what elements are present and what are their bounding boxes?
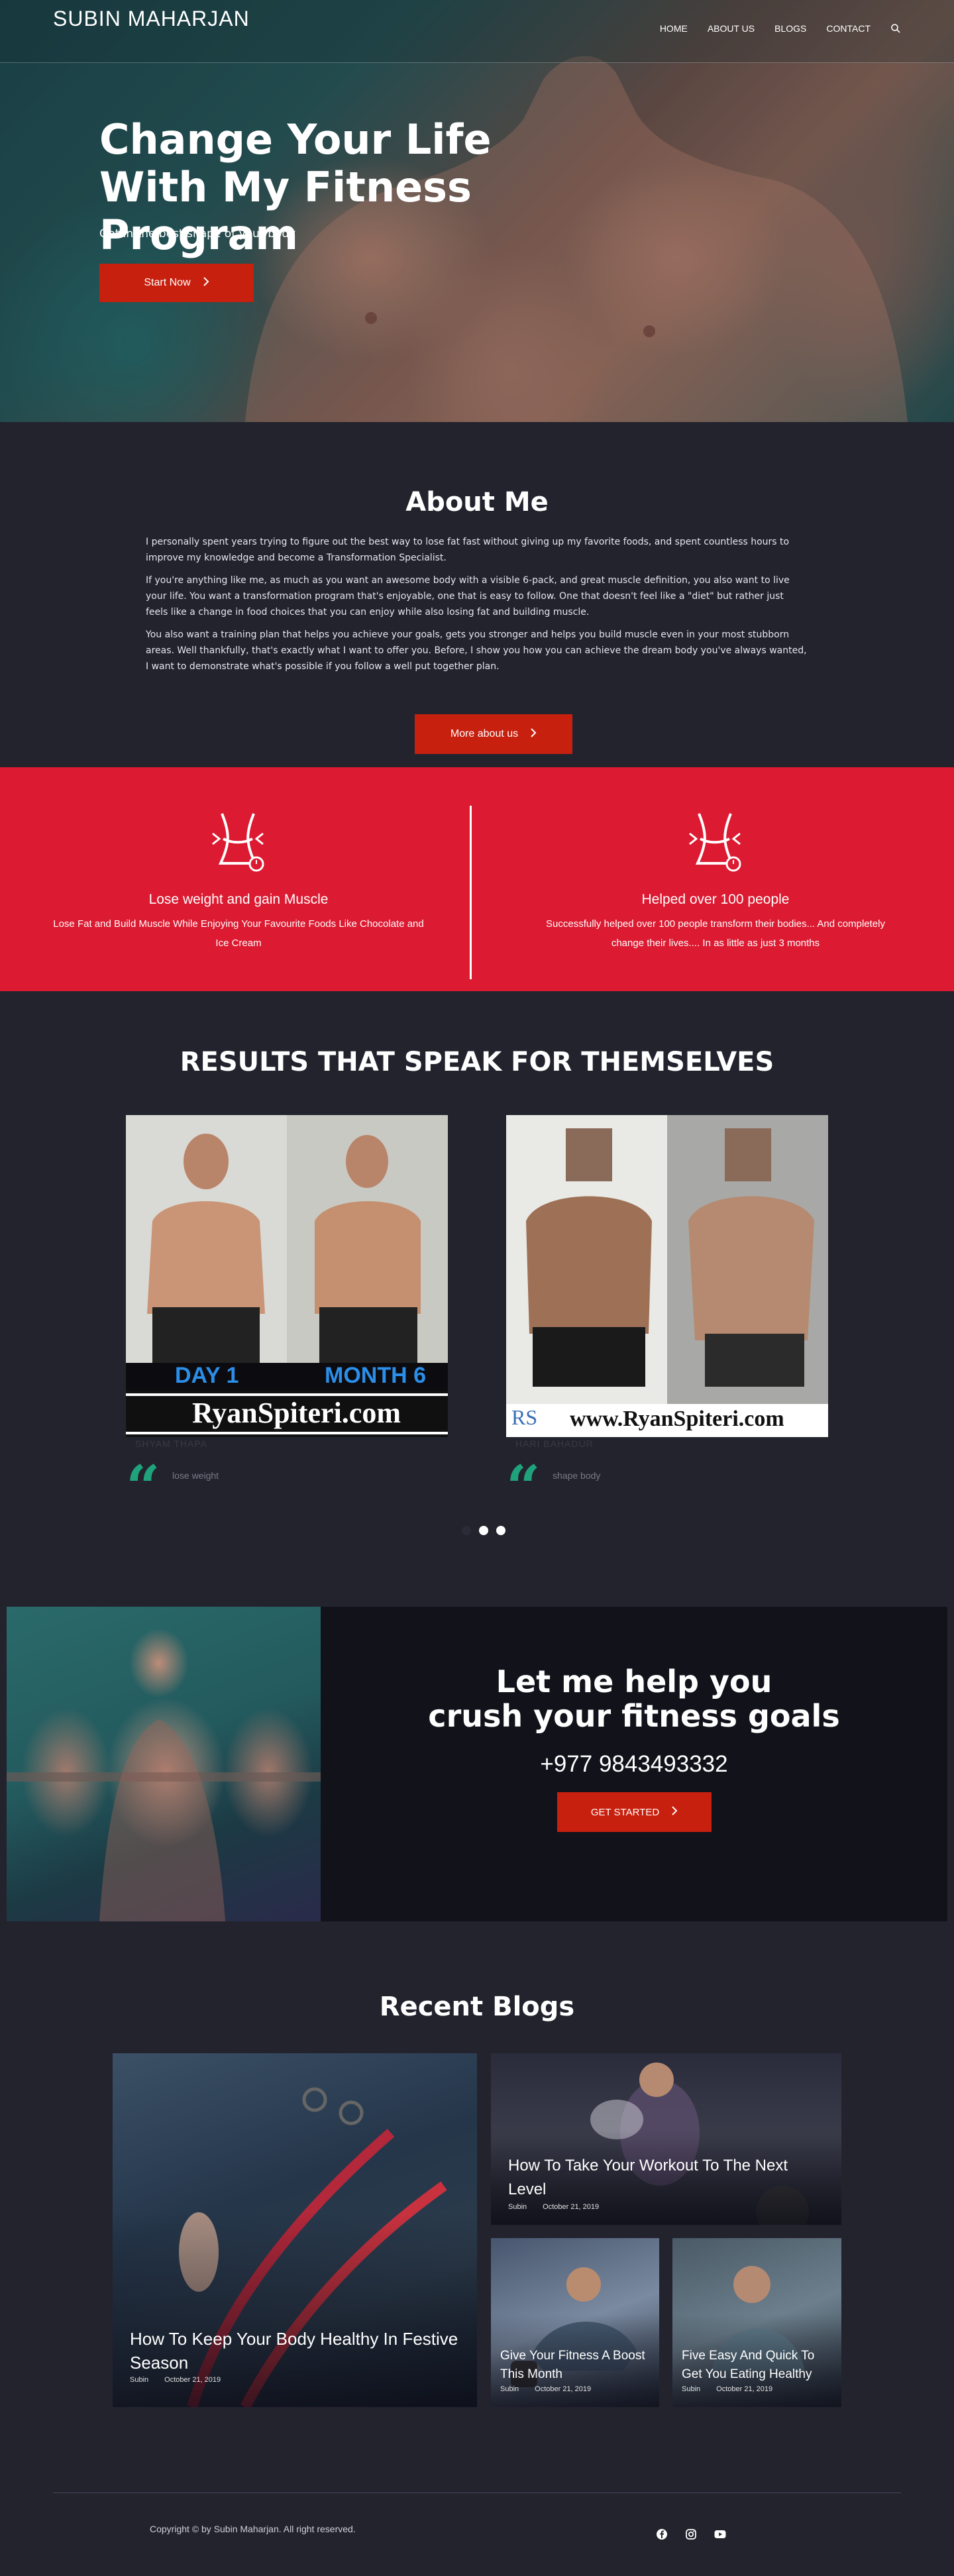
feature-title: Lose weight and gain Muscle bbox=[148, 892, 329, 907]
features-band: Lose weight and gain Muscle Lose Fat and… bbox=[0, 767, 954, 991]
about-paragraph: You also want a training plan that helps… bbox=[146, 629, 807, 672]
chevron-right-icon bbox=[530, 727, 537, 741]
after-label: MONTH 6 bbox=[325, 1363, 426, 1388]
waist-measure-icon bbox=[202, 807, 275, 880]
quote-icon: “ bbox=[506, 1452, 541, 1523]
more-about-us-button[interactable]: More about us bbox=[415, 714, 572, 754]
about-title: About Me bbox=[405, 487, 549, 517]
blog-title[interactable]: How To Take Your Workout To The Next Lev… bbox=[508, 2154, 828, 2202]
carousel-dot[interactable] bbox=[496, 1526, 505, 1535]
testimonial-text: shape body bbox=[553, 1470, 601, 1481]
feature-divider bbox=[470, 806, 472, 979]
nav-about-us[interactable]: ABOUT US bbox=[708, 23, 755, 34]
blog-meta: Subin October 21, 2019 bbox=[682, 2385, 772, 2393]
quote-icon: “ bbox=[126, 1452, 160, 1523]
feature-description: Lose Fat and Build Muscle While Enjoying… bbox=[53, 918, 424, 949]
more-about-us-label: More about us bbox=[450, 728, 519, 739]
feature-title: Helped over 100 people bbox=[641, 892, 790, 907]
testimonial-text: lose weight bbox=[172, 1470, 219, 1481]
search-icon[interactable] bbox=[890, 23, 901, 34]
blog-meta: Subin October 21, 2019 bbox=[130, 2376, 221, 2384]
blog-date: October 21, 2019 bbox=[164, 2376, 221, 2384]
blogs-title: Recent Blogs bbox=[379, 1992, 575, 2022]
instagram-icon[interactable] bbox=[684, 2528, 698, 2541]
blog-title[interactable]: Give Your Fitness A Boost This Month bbox=[500, 2347, 646, 2384]
results-title: RESULTS THAT SPEAK FOR THEMSELVES bbox=[180, 1047, 774, 1077]
get-started-label: GET STARTED bbox=[590, 1806, 660, 1818]
blog-card[interactable]: How To Take Your Workout To The Next Lev… bbox=[491, 2053, 841, 2225]
start-now-label: Start Now bbox=[144, 277, 191, 288]
feature-description: Successfully helped over 100 people tran… bbox=[546, 918, 885, 949]
social-links bbox=[655, 2528, 727, 2541]
cta-title: Let me help you crush your fitness goals bbox=[321, 1664, 947, 1733]
chevron-right-icon bbox=[203, 276, 209, 290]
about-text: I personally spent years trying to figur… bbox=[146, 534, 808, 681]
start-now-button[interactable]: Start Now bbox=[99, 264, 254, 302]
cta-section: Let me help you crush your fitness goals… bbox=[7, 1607, 947, 1921]
about-paragraph: If you're anything like me, as much as y… bbox=[146, 575, 790, 617]
cta-title-line: Let me help you bbox=[496, 1664, 772, 1699]
blog-author: Subin bbox=[508, 2203, 527, 2211]
site-brand[interactable]: SUBIN MAHARJAN bbox=[53, 7, 250, 31]
feature-lose-weight: Lose weight and gain Muscle Lose Fat and… bbox=[53, 807, 424, 953]
nav-blogs[interactable]: BLOGS bbox=[774, 23, 806, 34]
feature-helped-people: Helped over 100 people Successfully help… bbox=[530, 807, 901, 953]
waist-measure-icon bbox=[679, 807, 752, 880]
result-card: RS www.RyanSpiteri.com HARI BAHADUR “ sh… bbox=[506, 1115, 828, 1523]
blog-title[interactable]: How To Keep Your Body Healthy In Festive… bbox=[130, 2327, 464, 2375]
carousel-dot[interactable] bbox=[479, 1526, 488, 1535]
watermark-banner: www.RyanSpiteri.com bbox=[570, 1407, 784, 1431]
blog-meta: Subin October 21, 2019 bbox=[508, 2203, 599, 2211]
client-name: SHYAM THAPA bbox=[135, 1438, 208, 1449]
carousel-pagination bbox=[462, 1526, 505, 1535]
hero-subtitle: Get in the best shape of your body bbox=[99, 227, 296, 241]
youtube-icon[interactable] bbox=[714, 2528, 727, 2541]
nav-home[interactable]: HOME bbox=[660, 23, 688, 34]
facebook-icon[interactable] bbox=[655, 2528, 668, 2541]
phone-number[interactable]: +977 9843493332 bbox=[321, 1751, 947, 1778]
nav-contact[interactable]: CONTACT bbox=[826, 23, 871, 34]
result-card: DAY 1 MONTH 6 RyanSpiteri.com SHYAM THAP… bbox=[126, 1115, 448, 1523]
blog-meta: Subin October 21, 2019 bbox=[500, 2385, 591, 2393]
chevron-right-icon bbox=[671, 1806, 678, 1818]
hero-section: SUBIN MAHARJAN HOME ABOUT US BLOGS CONTA… bbox=[0, 0, 954, 422]
get-started-button[interactable]: GET STARTED bbox=[557, 1792, 712, 1832]
about-paragraph: I personally spent years trying to figur… bbox=[146, 537, 790, 563]
blog-author: Subin bbox=[130, 2376, 149, 2384]
cta-title-line: crush your fitness goals bbox=[428, 1698, 840, 1734]
blog-title[interactable]: Five Easy And Quick To Get You Eating He… bbox=[682, 2347, 828, 2384]
trainer-photo bbox=[7, 1607, 321, 1921]
watermark-banner: RyanSpiteri.com bbox=[192, 1397, 401, 1429]
blog-author: Subin bbox=[682, 2385, 701, 2393]
blog-date: October 21, 2019 bbox=[543, 2203, 600, 2211]
blog-card[interactable]: Five Easy And Quick To Get You Eating He… bbox=[672, 2238, 841, 2407]
client-name: HARI BAHADUR bbox=[515, 1438, 594, 1449]
before-label: DAY 1 bbox=[175, 1363, 239, 1388]
blog-date: October 21, 2019 bbox=[716, 2385, 773, 2393]
rs-logo: RS bbox=[511, 1405, 538, 1429]
main-nav: HOME ABOUT US BLOGS CONTACT bbox=[660, 23, 901, 34]
transformation-photo: RS www.RyanSpiteri.com bbox=[506, 1115, 828, 1437]
copyright-text: Copyright © by Subin Maharjan. All right… bbox=[150, 2524, 356, 2534]
testimonial: “ lose weight bbox=[126, 1452, 448, 1523]
top-navbar: SUBIN MAHARJAN HOME ABOUT US BLOGS CONTA… bbox=[0, 0, 954, 63]
transformation-photo: DAY 1 MONTH 6 RyanSpiteri.com bbox=[126, 1115, 448, 1437]
blog-date: October 21, 2019 bbox=[535, 2385, 592, 2393]
blog-card[interactable]: Give Your Fitness A Boost This Month Sub… bbox=[491, 2238, 659, 2407]
blog-author: Subin bbox=[500, 2385, 519, 2393]
testimonial: “ shape body bbox=[506, 1452, 828, 1523]
carousel-dot[interactable] bbox=[462, 1526, 471, 1535]
blog-card[interactable]: How To Keep Your Body Healthy In Festive… bbox=[113, 2053, 477, 2407]
